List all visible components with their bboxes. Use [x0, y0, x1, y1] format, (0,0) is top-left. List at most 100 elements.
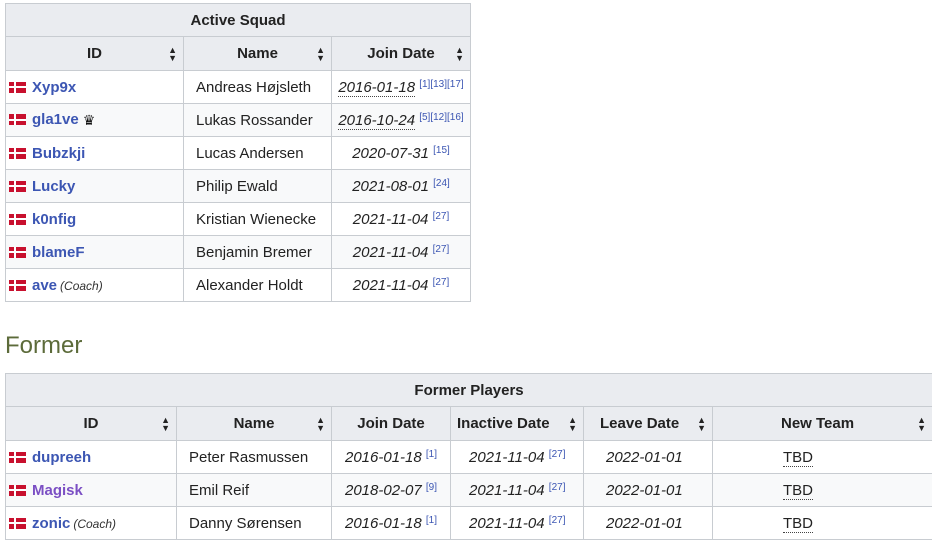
date-value: 2021-08-01 [352, 177, 429, 195]
player-role: (Coach) [73, 516, 117, 531]
table-row: Bubzkji Lucas Andersen 2020-07-31 [15] [5, 136, 472, 170]
date-cell: 2021-11-04 [27] [330, 202, 472, 236]
player-id-link[interactable]: k0nfig [32, 211, 76, 228]
player-name: Benjamin Bremer [183, 235, 332, 269]
column-header-id[interactable]: ID ▲ ▼ [5, 36, 184, 71]
reference-link[interactable]: [27] [433, 244, 450, 255]
table-row: Magisk Emil Reif 2018-02-07 [9] 2021-11-04 … [5, 473, 932, 507]
player-id-cell: gla1ve ♛ [5, 103, 184, 137]
denmark-flag-icon [9, 81, 26, 93]
reference-link[interactable]: [1][13][17] [419, 79, 463, 90]
date-value: 2021-11-04 [352, 243, 429, 261]
date-value: 2021-11-04 [469, 481, 545, 499]
reference-link[interactable]: [27] [433, 277, 450, 288]
sort-arrows-icon[interactable]: ▲ ▼ [568, 415, 577, 432]
player-id-link[interactable]: blameF [32, 244, 85, 261]
column-header-join-date[interactable]: Join Date ▲ ▼ [330, 36, 472, 71]
date-cell: 2020-07-31 [15] [330, 136, 472, 170]
column-header-join-date[interactable]: Join Date [331, 406, 451, 441]
table-row: Xyp9x Andreas Højsleth 2016-01-18 [1][13][… [5, 70, 472, 104]
player-name: Danny Sørensen [176, 506, 332, 540]
date-cell: 2016-01-18 [1] [331, 506, 451, 540]
player-name: Lukas Rossander [183, 103, 332, 137]
date-value: 2018-02-07 [344, 481, 422, 499]
date-cell: 2016-01-18 [1] [331, 440, 451, 474]
denmark-flag-icon [9, 517, 26, 529]
new-team-cell: TBD [711, 440, 932, 474]
table-row: k0nfig Kristian Wienecke 2021-11-04 [27] [5, 202, 472, 236]
player-id-cell: zonic (Coach) [5, 506, 177, 540]
denmark-flag-icon [9, 484, 26, 496]
active-squad-caption: Active Squad [4, 3, 472, 37]
player-id-link[interactable]: zonic [32, 515, 70, 532]
header-label: Name [233, 415, 275, 432]
date-cell: 2021-11-04 [27] [450, 440, 584, 474]
former-players-caption: Former Players [4, 373, 932, 407]
table-row: blameF Benjamin Bremer 2021-11-04 [27] [5, 235, 472, 269]
player-name: Alexander Holdt [183, 268, 332, 302]
former-section-title: Former [5, 332, 83, 359]
table-row: ave (Coach) Alexander Holdt 2021-11-04 [27] [5, 268, 472, 302]
reference-link[interactable]: [27] [549, 482, 566, 493]
sort-arrows-icon[interactable]: ▲ ▼ [697, 415, 706, 432]
player-id-cell: k0nfig [5, 202, 184, 236]
denmark-flag-icon [9, 180, 26, 192]
column-header-id[interactable]: ID ▲ ▼ [5, 406, 177, 441]
player-name: Emil Reif [176, 473, 332, 507]
active-squad-table: Active Squad ID ▲ ▼ Name ▲ ▼ Join Date ▲ ▼ Xyp… [4, 3, 472, 302]
column-header-leave-date[interactable]: Leave Date ▲ ▼ [583, 406, 713, 441]
reference-link[interactable]: [1] [426, 449, 437, 460]
date-value: 2021-11-04 [469, 448, 545, 466]
leave-date: 2022-01-01 [583, 440, 713, 474]
player-id-link[interactable]: dupreeh [32, 449, 91, 466]
new-team-cell: TBD [711, 473, 932, 507]
header-label: ID [87, 45, 102, 62]
table-row: zonic (Coach) Danny Sørensen 2016-01-18 [1]… [5, 506, 932, 540]
reference-link[interactable]: [27] [549, 515, 566, 526]
table-row: Lucky Philip Ewald 2021-08-01 [24] [5, 169, 472, 203]
denmark-flag-icon [9, 246, 26, 258]
reference-link[interactable]: [24] [433, 178, 450, 189]
player-id-cell: Xyp9x [5, 70, 184, 104]
player-id-cell: blameF [5, 235, 184, 269]
date-value: 2016-01-18 [344, 448, 422, 466]
reference-link[interactable]: [9] [426, 482, 437, 493]
player-name: Kristian Wienecke [183, 202, 332, 236]
column-header-name[interactable]: Name ▲ ▼ [176, 406, 332, 441]
player-role: (Coach) [60, 278, 103, 293]
sort-arrows-icon[interactable]: ▲ ▼ [168, 45, 177, 62]
player-id-cell: Magisk [5, 473, 177, 507]
reference-link[interactable]: [27] [549, 449, 566, 460]
sort-arrows-icon[interactable]: ▲ ▼ [455, 45, 464, 62]
reference-link[interactable]: [27] [433, 211, 450, 222]
player-id-cell: Bubzkji [5, 136, 184, 170]
reference-link[interactable]: [1] [426, 515, 437, 526]
date-cell: 2021-11-04 [27] [450, 506, 584, 540]
date-cell: 2021-11-04 [27] [330, 268, 472, 302]
player-id-link[interactable]: ave [32, 277, 57, 294]
date-cell: 2018-02-07 [9] [331, 473, 451, 507]
player-id-link[interactable]: Magisk [32, 482, 83, 499]
date-value: 2016-01-18 [344, 514, 422, 532]
column-header-name[interactable]: Name ▲ ▼ [183, 36, 332, 71]
sort-arrows-icon[interactable]: ▲ ▼ [161, 415, 170, 432]
column-header-inactive-date[interactable]: Inactive Date ▲ ▼ [450, 406, 584, 441]
table-row: dupreeh Peter Rasmussen 2016-01-18 [1] 2021… [5, 440, 932, 474]
player-id-link[interactable]: Bubzkji [32, 145, 85, 162]
header-label: Leave Date [600, 415, 680, 432]
new-team-value: TBD [783, 514, 813, 533]
sort-arrows-icon[interactable]: ▲ ▼ [316, 45, 325, 62]
reference-link[interactable]: [5][12][16] [419, 112, 463, 123]
player-id-link[interactable]: Lucky [32, 178, 75, 195]
table-row: gla1ve ♛ Lukas Rossander 2016-10-24 [5][12]… [5, 103, 472, 137]
sort-arrows-icon[interactable]: ▲ ▼ [316, 415, 325, 432]
new-team-cell: TBD [711, 506, 932, 540]
player-id-cell: ave (Coach) [5, 268, 184, 302]
reference-link[interactable]: [15] [433, 145, 450, 156]
column-header-new-team[interactable]: New Team ▲ ▼ [711, 406, 932, 441]
sort-arrows-icon[interactable]: ▲ ▼ [917, 415, 926, 432]
player-id-cell: dupreeh [5, 440, 177, 474]
player-id-link[interactable]: gla1ve [32, 111, 79, 128]
header-label: Join Date [367, 45, 435, 62]
player-id-link[interactable]: Xyp9x [32, 79, 76, 96]
